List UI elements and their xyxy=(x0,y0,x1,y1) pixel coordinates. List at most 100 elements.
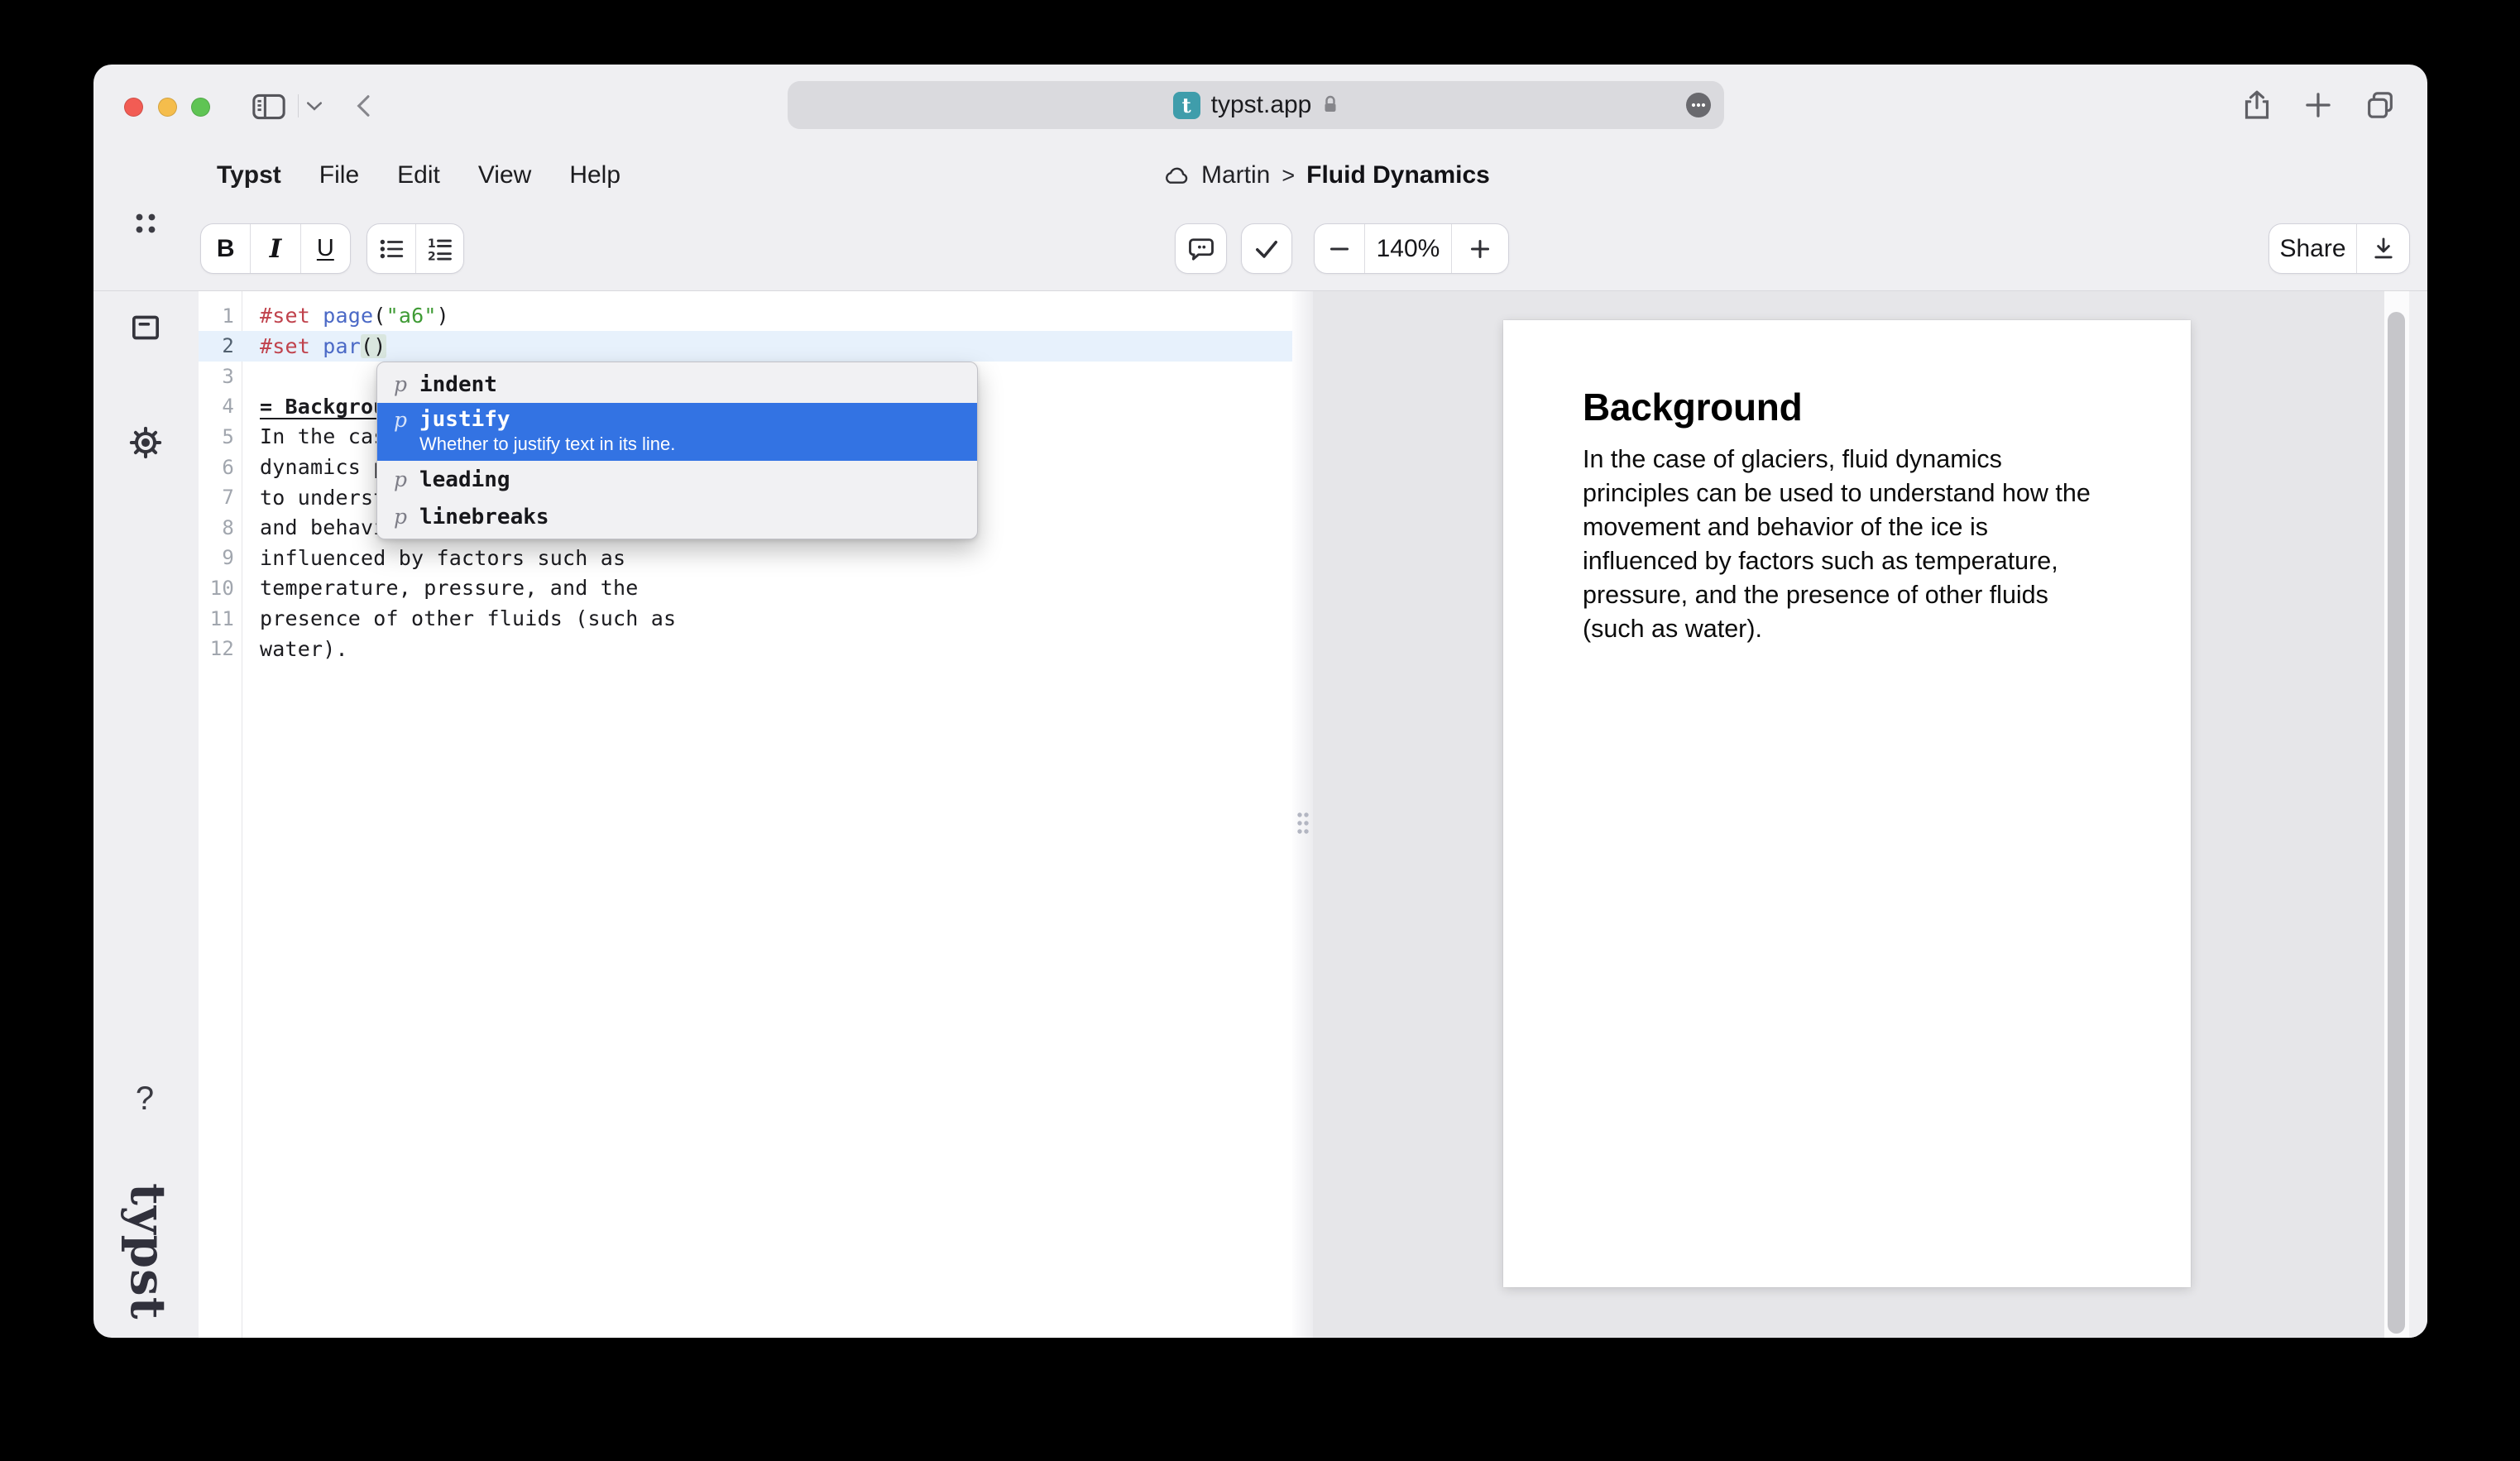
settings-button[interactable] xyxy=(127,424,164,462)
comment-icon xyxy=(1186,235,1216,263)
zoom-in-button[interactable] xyxy=(1452,224,1508,273)
autocomplete-item-indent[interactable]: p indent xyxy=(377,366,977,403)
url-bar[interactable]: t typst.app xyxy=(788,81,1724,129)
browser-share-button[interactable] xyxy=(2239,87,2275,123)
files-panel-button[interactable] xyxy=(127,309,164,346)
line-number: 8 xyxy=(199,516,242,539)
code-line-2-active[interactable]: 2 #set par() xyxy=(199,331,1292,362)
autocomplete-item-head: p justify xyxy=(394,407,961,432)
app-menubar: Typst File Edit View Help xyxy=(217,151,620,200)
menu-help[interactable]: Help xyxy=(569,161,620,189)
app-grid-icon xyxy=(133,211,158,236)
param-kind-icon: p xyxy=(394,408,407,432)
breadcrumb: Martin > Fluid Dynamics xyxy=(1163,151,1490,200)
italic-label: I xyxy=(270,234,282,264)
window-close-button[interactable] xyxy=(124,98,143,117)
ellipsis-icon xyxy=(1686,93,1711,117)
preview-pane: Background In the case of glaciers, flui… xyxy=(1313,291,2427,1338)
window-minimize-button[interactable] xyxy=(158,98,177,117)
autocomplete-item-linebreaks[interactable]: p linebreaks xyxy=(377,498,977,535)
numbered-list-icon: 1 2 xyxy=(425,235,453,263)
cloud-icon xyxy=(1163,165,1190,185)
download-icon xyxy=(2369,235,2398,263)
line-number: 9 xyxy=(199,546,242,569)
sidebar-chevron-button[interactable] xyxy=(304,98,325,114)
plus-icon xyxy=(2303,90,2333,120)
sidebar-toggle-icon xyxy=(252,93,285,120)
code-line-10[interactable]: 10 temperature, pressure, and the xyxy=(199,572,1292,603)
autocomplete-label: indent xyxy=(419,372,497,397)
share-button[interactable]: Share xyxy=(2269,224,2357,273)
plus-icon xyxy=(1468,237,1492,261)
param-kind-icon: p xyxy=(394,505,407,529)
code-line-9[interactable]: 9 influenced by factors such as xyxy=(199,543,1292,573)
autocomplete-label: leading xyxy=(419,467,510,492)
menu-edit[interactable]: Edit xyxy=(397,161,440,189)
autocomplete-description: Whether to justify text in its line. xyxy=(419,434,961,455)
line-number: 4 xyxy=(199,395,242,418)
svg-text:2: 2 xyxy=(428,250,436,263)
bullet-list-button[interactable] xyxy=(367,224,416,273)
line-number: 11 xyxy=(199,607,242,630)
typst-logo-text: typst xyxy=(120,1183,176,1320)
preview-scrollbar-track[interactable] xyxy=(2384,291,2409,1338)
titlebar-divider xyxy=(298,94,299,117)
breadcrumb-document: Fluid Dynamics xyxy=(1306,161,1490,189)
drag-handle-icon[interactable] xyxy=(1296,810,1310,836)
bullet-list-icon xyxy=(377,235,405,263)
code-line-12[interactable]: 12 water). xyxy=(199,634,1292,664)
italic-button[interactable]: I xyxy=(251,224,300,273)
code-line-1[interactable]: 1 #set page("a6") xyxy=(199,300,1292,331)
share-label: Share xyxy=(2279,235,2345,263)
param-kind-icon: p xyxy=(394,467,407,491)
code-text: #set par() xyxy=(242,334,386,358)
app-grid-button[interactable] xyxy=(127,207,164,240)
chevron-down-icon xyxy=(307,102,322,111)
list-style-group: 1 2 xyxy=(367,223,464,274)
line-number: 10 xyxy=(199,577,242,600)
comments-button[interactable] xyxy=(1175,223,1227,274)
menu-view[interactable]: View xyxy=(478,161,531,189)
share-export-group: Share xyxy=(2268,223,2410,274)
matched-brackets: () xyxy=(361,334,386,358)
tab-overview-button[interactable] xyxy=(2362,87,2398,123)
help-button[interactable]: ? xyxy=(127,1075,163,1122)
autocomplete-item-justify-selected[interactable]: p justify Whether to justify text in its… xyxy=(377,403,977,461)
zoom-level-button[interactable]: 140% xyxy=(1365,224,1452,273)
autocomplete-item-leading[interactable]: p leading xyxy=(377,461,977,498)
spellcheck-button[interactable] xyxy=(1241,223,1292,274)
share-icon xyxy=(2240,89,2273,122)
code-text: influenced by factors such as xyxy=(242,546,625,570)
typst-logo[interactable]: typst xyxy=(120,1183,176,1332)
line-number: 12 xyxy=(199,637,242,660)
preview-paragraph: In the case of glaciers, fluid dynamics … xyxy=(1583,443,2162,646)
preview-paragraph-line: In the case of glaciers, fluid dynamics xyxy=(1583,443,2162,477)
preview-paragraph-line: principles can be used to understand how… xyxy=(1583,477,2162,510)
export-button[interactable] xyxy=(2357,224,2409,273)
underline-button[interactable]: U xyxy=(301,224,350,273)
menu-file[interactable]: File xyxy=(319,161,359,189)
code-text: presence of other fluids (such as xyxy=(242,606,676,630)
preview-scrollbar-thumb[interactable] xyxy=(2388,312,2405,1334)
preview-paragraph-line: (such as water). xyxy=(1583,612,2162,646)
back-button[interactable] xyxy=(352,89,375,122)
sidebar-toggle-button[interactable] xyxy=(251,92,287,122)
tabs-icon xyxy=(2364,89,2397,122)
code-text: temperature, pressure, and the xyxy=(242,576,639,600)
page-settings-button[interactable] xyxy=(1686,93,1711,117)
zoom-control-group: 140% xyxy=(1314,223,1509,274)
code-line-11[interactable]: 11 presence of other fluids (such as xyxy=(199,603,1292,634)
lock-icon xyxy=(1322,94,1339,116)
checkmark-icon xyxy=(1252,234,1282,264)
menu-typst[interactable]: Typst xyxy=(217,161,281,189)
window-zoom-button[interactable] xyxy=(191,98,210,117)
files-box-icon xyxy=(129,311,162,344)
param-kind-icon: p xyxy=(394,372,407,396)
pane-divider[interactable] xyxy=(1292,291,1313,1338)
autocomplete-popup: p indent p justify Whether to justify te… xyxy=(376,362,978,539)
bold-button[interactable]: B xyxy=(201,224,251,273)
zoom-out-button[interactable] xyxy=(1315,224,1365,273)
breadcrumb-workspace[interactable]: Martin xyxy=(1201,161,1270,189)
new-tab-button[interactable] xyxy=(2300,87,2336,123)
numbered-list-button[interactable]: 1 2 xyxy=(416,224,464,273)
